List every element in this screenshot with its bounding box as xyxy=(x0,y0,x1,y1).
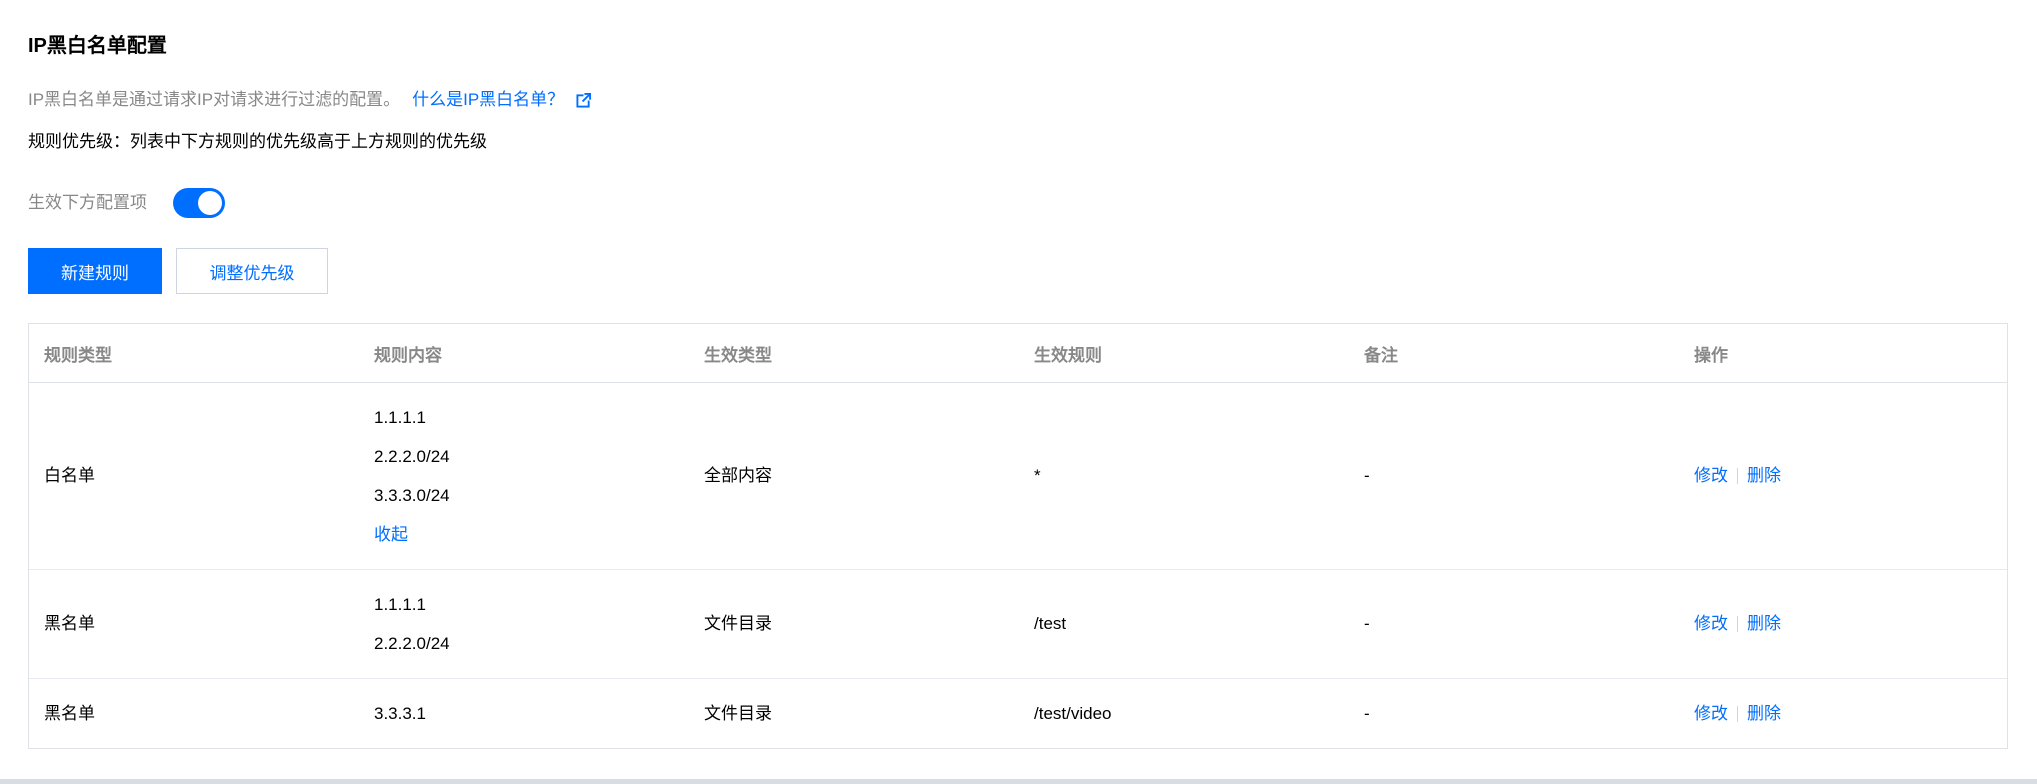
column-header-effect-rule: 生效规则 xyxy=(1034,345,1102,365)
action-divider xyxy=(1737,705,1738,722)
ip-entry: 1.1.1.1 xyxy=(374,595,426,614)
table-header: 规则类型 规则内容 生效类型 生效规则 备注 操作 xyxy=(29,324,2007,383)
toggle-row: 生效下方配置项 xyxy=(28,188,225,218)
ip-entry: 3.3.3.1 xyxy=(374,704,426,723)
effect-rule-cell: * xyxy=(1034,466,1041,485)
delete-link[interactable]: 删除 xyxy=(1747,612,1781,636)
effect-rule-cell: /test/video xyxy=(1034,703,1112,723)
actions-cell: 修改 删除 xyxy=(1679,612,2009,636)
help-link[interactable]: 什么是IP黑白名单？ xyxy=(412,88,564,112)
rule-content-cell: 1.1.1.1 2.2.2.0/24 3.3.3.0/24 收起 xyxy=(359,398,689,554)
collapse-link[interactable]: 收起 xyxy=(374,515,689,554)
action-divider xyxy=(1737,616,1738,632)
effect-type-cell: 文件目录 xyxy=(704,703,772,723)
effect-type-cell: 文件目录 xyxy=(704,614,772,633)
remark-cell: - xyxy=(1364,466,1370,485)
page-title: IP黑白名单配置 xyxy=(28,35,167,57)
actions-cell: 修改 删除 xyxy=(1679,702,2009,726)
edit-link[interactable]: 修改 xyxy=(1694,612,1728,636)
ip-entry: 2.2.2.0/24 xyxy=(374,634,450,653)
effect-type-cell: 全部内容 xyxy=(704,466,772,485)
remark-cell: - xyxy=(1364,614,1370,633)
column-header-actions: 操作 xyxy=(1694,345,1728,365)
rule-content-cell: 1.1.1.1 2.2.2.0/24 xyxy=(359,585,689,663)
toolbar: 新建规则 调整优先级 xyxy=(28,248,328,294)
effect-rule-cell: /test xyxy=(1034,614,1067,633)
bottom-scroll-edge xyxy=(0,779,2037,784)
column-header-remark: 备注 xyxy=(1364,345,1398,365)
toggle-label: 生效下方配置项 xyxy=(28,193,147,212)
delete-link[interactable]: 删除 xyxy=(1747,702,1781,726)
action-divider xyxy=(1737,468,1738,484)
description-row: IP黑白名单是通过请求IP对请求进行过滤的配置。 什么是IP黑白名单？ xyxy=(28,88,592,112)
remark-cell: - xyxy=(1364,703,1370,723)
toggle-knob xyxy=(198,191,222,215)
table-row: 白名单 1.1.1.1 2.2.2.0/24 3.3.3.0/24 收起 全部内… xyxy=(29,383,2007,570)
actions-cell: 修改 删除 xyxy=(1679,464,2009,488)
adjust-priority-button[interactable]: 调整优先级 xyxy=(176,248,328,294)
rule-content-cell: 3.3.3.1 xyxy=(359,694,689,733)
table-row: 黑名单 1.1.1.1 2.2.2.0/24 文件目录 /test - 修改 删… xyxy=(29,570,2007,679)
new-rule-button[interactable]: 新建规则 xyxy=(28,248,162,294)
table-row: 黑名单 3.3.3.1 文件目录 /test/video - 修改 删除 xyxy=(29,679,2007,748)
column-header-effect-type: 生效类型 xyxy=(704,345,772,365)
rule-type-cell: 黑名单 xyxy=(44,614,95,633)
external-link-icon[interactable] xyxy=(576,92,592,108)
column-header-type: 规则类型 xyxy=(44,345,112,365)
enable-rules-toggle[interactable] xyxy=(173,188,225,218)
ip-entry: 3.3.3.0/24 xyxy=(374,486,450,505)
column-header-content: 规则内容 xyxy=(374,345,442,365)
description-text: IP黑白名单是通过请求IP对请求进行过滤的配置。 xyxy=(28,90,401,109)
ip-entry: 2.2.2.0/24 xyxy=(374,447,450,466)
rules-table: 规则类型 规则内容 生效类型 生效规则 备注 操作 白名单 1.1.1.1 2.… xyxy=(28,323,2008,749)
rule-type-cell: 白名单 xyxy=(44,466,95,485)
edit-link[interactable]: 修改 xyxy=(1694,702,1728,726)
priority-note: 规则优先级：列表中下方规则的优先级高于上方规则的优先级 xyxy=(28,132,487,151)
delete-link[interactable]: 删除 xyxy=(1747,464,1781,488)
page: IP黑白名单配置 IP黑白名单是通过请求IP对请求进行过滤的配置。 什么是IP黑… xyxy=(0,0,2037,784)
rule-type-cell: 黑名单 xyxy=(44,703,95,723)
edit-link[interactable]: 修改 xyxy=(1694,464,1728,488)
ip-entry: 1.1.1.1 xyxy=(374,408,426,427)
